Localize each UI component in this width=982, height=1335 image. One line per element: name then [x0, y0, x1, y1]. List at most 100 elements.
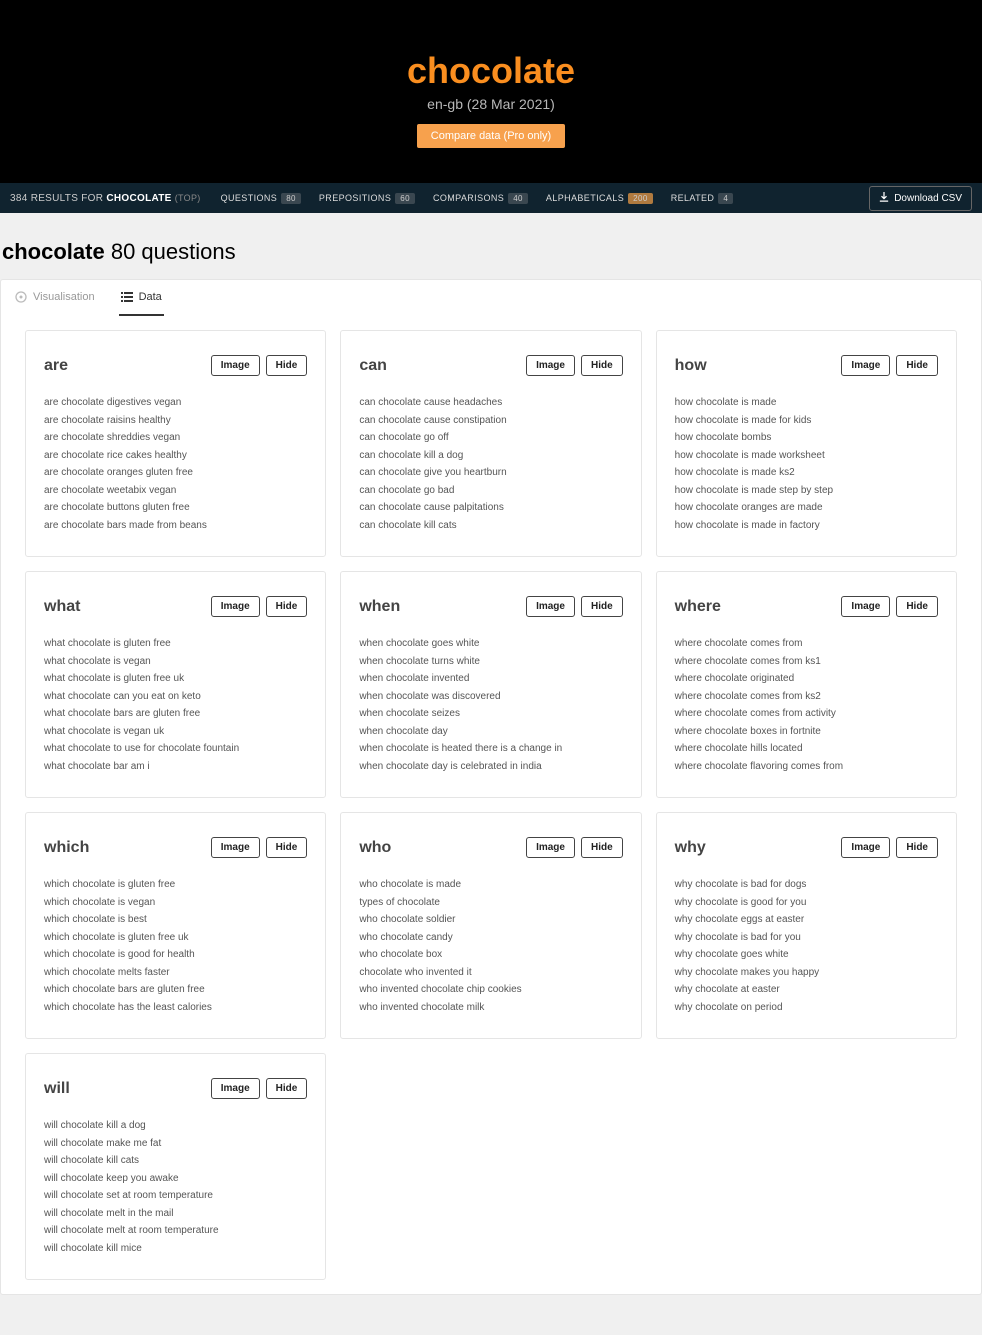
- list-item[interactable]: who chocolate box: [359, 946, 622, 964]
- list-item[interactable]: when chocolate invented: [359, 670, 622, 688]
- hide-button[interactable]: Hide: [581, 837, 623, 858]
- list-item[interactable]: why chocolate is good for you: [675, 894, 938, 912]
- hide-button[interactable]: Hide: [266, 837, 308, 858]
- list-item[interactable]: why chocolate on period: [675, 999, 938, 1017]
- list-item[interactable]: which chocolate is best: [44, 911, 307, 929]
- list-item[interactable]: when chocolate turns white: [359, 653, 622, 671]
- nav-link-comparisons[interactable]: COMPARISONS40: [433, 193, 528, 204]
- list-item[interactable]: why chocolate goes white: [675, 946, 938, 964]
- list-item[interactable]: why chocolate makes you happy: [675, 964, 938, 982]
- image-button[interactable]: Image: [211, 355, 260, 376]
- list-item[interactable]: when chocolate goes white: [359, 635, 622, 653]
- list-item[interactable]: what chocolate is vegan uk: [44, 723, 307, 741]
- list-item[interactable]: where chocolate comes from activity: [675, 705, 938, 723]
- list-item[interactable]: will chocolate set at room temperature: [44, 1187, 307, 1205]
- list-item[interactable]: where chocolate flavoring comes from: [675, 758, 938, 776]
- list-item[interactable]: which chocolate has the least calories: [44, 999, 307, 1017]
- nav-link-questions[interactable]: QUESTIONS80: [221, 193, 301, 204]
- list-item[interactable]: why chocolate at easter: [675, 981, 938, 999]
- list-item[interactable]: who chocolate soldier: [359, 911, 622, 929]
- list-item[interactable]: what chocolate can you eat on keto: [44, 688, 307, 706]
- hide-button[interactable]: Hide: [266, 1078, 308, 1099]
- list-item[interactable]: where chocolate comes from: [675, 635, 938, 653]
- list-item[interactable]: where chocolate hills located: [675, 740, 938, 758]
- list-item[interactable]: how chocolate is made for kids: [675, 412, 938, 430]
- nav-link-alphabeticals[interactable]: ALPHABETICALS200: [546, 193, 653, 204]
- list-item[interactable]: why chocolate eggs at easter: [675, 911, 938, 929]
- list-item[interactable]: how chocolate is made: [675, 394, 938, 412]
- list-item[interactable]: will chocolate kill a dog: [44, 1117, 307, 1135]
- list-item[interactable]: can chocolate go off: [359, 429, 622, 447]
- list-item[interactable]: what chocolate is vegan: [44, 653, 307, 671]
- list-item[interactable]: will chocolate make me fat: [44, 1135, 307, 1153]
- list-item[interactable]: where chocolate comes from ks2: [675, 688, 938, 706]
- list-item[interactable]: who invented chocolate chip cookies: [359, 981, 622, 999]
- list-item[interactable]: can chocolate go bad: [359, 482, 622, 500]
- image-button[interactable]: Image: [841, 837, 890, 858]
- image-button[interactable]: Image: [841, 355, 890, 376]
- list-item[interactable]: are chocolate bars made from beans: [44, 517, 307, 535]
- list-item[interactable]: why chocolate is bad for you: [675, 929, 938, 947]
- list-item[interactable]: will chocolate kill cats: [44, 1152, 307, 1170]
- list-item[interactable]: which chocolate is gluten free uk: [44, 929, 307, 947]
- image-button[interactable]: Image: [211, 1078, 260, 1099]
- list-item[interactable]: what chocolate bar am i: [44, 758, 307, 776]
- nav-link-prepositions[interactable]: PREPOSITIONS60: [319, 193, 415, 204]
- nav-link-related[interactable]: RELATED4: [671, 193, 734, 204]
- list-item[interactable]: when chocolate is heated there is a chan…: [359, 740, 622, 758]
- list-item[interactable]: will chocolate keep you awake: [44, 1170, 307, 1188]
- list-item[interactable]: are chocolate weetabix vegan: [44, 482, 307, 500]
- image-button[interactable]: Image: [841, 596, 890, 617]
- list-item[interactable]: where chocolate originated: [675, 670, 938, 688]
- list-item[interactable]: when chocolate was discovered: [359, 688, 622, 706]
- tab-visualisation[interactable]: Visualisation: [13, 280, 97, 316]
- list-item[interactable]: are chocolate oranges gluten free: [44, 464, 307, 482]
- list-item[interactable]: are chocolate rice cakes healthy: [44, 447, 307, 465]
- list-item[interactable]: why chocolate is bad for dogs: [675, 876, 938, 894]
- list-item[interactable]: where chocolate comes from ks1: [675, 653, 938, 671]
- list-item[interactable]: which chocolate is vegan: [44, 894, 307, 912]
- list-item[interactable]: which chocolate is good for health: [44, 946, 307, 964]
- list-item[interactable]: who chocolate candy: [359, 929, 622, 947]
- download-csv-button[interactable]: Download CSV: [869, 186, 972, 211]
- list-item[interactable]: who invented chocolate milk: [359, 999, 622, 1017]
- list-item[interactable]: how chocolate is made worksheet: [675, 447, 938, 465]
- list-item[interactable]: how chocolate oranges are made: [675, 499, 938, 517]
- list-item[interactable]: will chocolate melt in the mail: [44, 1205, 307, 1223]
- list-item[interactable]: can chocolate give you heartburn: [359, 464, 622, 482]
- list-item[interactable]: can chocolate kill a dog: [359, 447, 622, 465]
- list-item[interactable]: when chocolate seizes: [359, 705, 622, 723]
- tab-data[interactable]: Data: [119, 280, 164, 316]
- image-button[interactable]: Image: [526, 596, 575, 617]
- hide-button[interactable]: Hide: [896, 355, 938, 376]
- list-item[interactable]: which chocolate melts faster: [44, 964, 307, 982]
- image-button[interactable]: Image: [211, 596, 260, 617]
- list-item[interactable]: will chocolate kill mice: [44, 1240, 307, 1258]
- list-item[interactable]: are chocolate raisins healthy: [44, 412, 307, 430]
- hide-button[interactable]: Hide: [266, 355, 308, 376]
- image-button[interactable]: Image: [526, 837, 575, 858]
- list-item[interactable]: how chocolate is made step by step: [675, 482, 938, 500]
- list-item[interactable]: what chocolate is gluten free: [44, 635, 307, 653]
- list-item[interactable]: can chocolate cause palpitations: [359, 499, 622, 517]
- image-button[interactable]: Image: [526, 355, 575, 376]
- list-item[interactable]: are chocolate shreddies vegan: [44, 429, 307, 447]
- list-item[interactable]: can chocolate kill cats: [359, 517, 622, 535]
- list-item[interactable]: are chocolate buttons gluten free: [44, 499, 307, 517]
- list-item[interactable]: which chocolate bars are gluten free: [44, 981, 307, 999]
- list-item[interactable]: can chocolate cause headaches: [359, 394, 622, 412]
- list-item[interactable]: can chocolate cause constipation: [359, 412, 622, 430]
- list-item[interactable]: what chocolate to use for chocolate foun…: [44, 740, 307, 758]
- list-item[interactable]: which chocolate is gluten free: [44, 876, 307, 894]
- list-item[interactable]: chocolate who invented it: [359, 964, 622, 982]
- compare-data-button[interactable]: Compare data (Pro only): [417, 124, 565, 148]
- list-item[interactable]: what chocolate is gluten free uk: [44, 670, 307, 688]
- list-item[interactable]: are chocolate digestives vegan: [44, 394, 307, 412]
- image-button[interactable]: Image: [211, 837, 260, 858]
- list-item[interactable]: types of chocolate: [359, 894, 622, 912]
- list-item[interactable]: who chocolate is made: [359, 876, 622, 894]
- list-item[interactable]: will chocolate melt at room temperature: [44, 1222, 307, 1240]
- hide-button[interactable]: Hide: [896, 596, 938, 617]
- hide-button[interactable]: Hide: [581, 355, 623, 376]
- list-item[interactable]: where chocolate boxes in fortnite: [675, 723, 938, 741]
